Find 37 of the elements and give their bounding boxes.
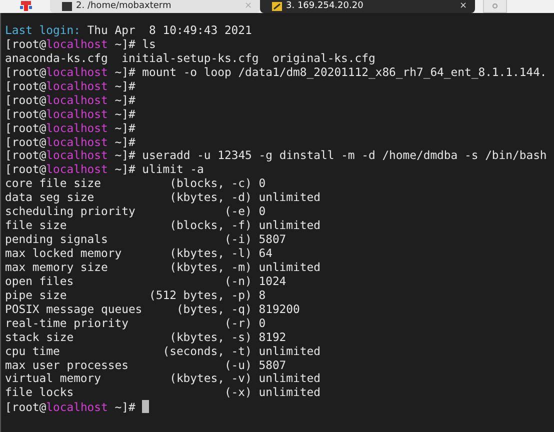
prompt-line: [root@localhost ~]# [5, 400, 150, 414]
tab-label: 3. 169.254.20.20 [286, 1, 364, 12]
output-line: real-time priority (-r) 0 [5, 316, 266, 331]
prompt-line: [root@localhost ~]# mount -o loop /data1/dm8_20201112_x86_rh7_64_ent_8.1.1.144. [5, 66, 547, 80]
login-line: Last login: Thu Apr 8 10:49:43 2021 [5, 24, 252, 38]
output-line: cpu time (seconds, -t) unlimited [5, 344, 320, 358]
prompt-line: [root@localhost ~]# [5, 94, 136, 108]
output-line: max locked memory (kbytes, -l) 64 [5, 247, 272, 261]
output-line: data seg size (kbytes, -d) unlimited [5, 191, 320, 206]
prompt-line: [root@localhost ~]# [5, 136, 136, 150]
terminal-tab[interactable]: 2. /home/mobaxterm × [50, 0, 260, 13]
terminal-tab[interactable]: 3. 169.254.20.20 × [260, 0, 475, 13]
close-tab-button[interactable]: × [459, 1, 467, 12]
prompt-line: [root@localhost ~]# [5, 122, 136, 136]
prompt-line: [root@localhost ~]# useradd -u 12345 -g dinstall -m -d /home/dmdba -s /bin/bash [5, 149, 547, 164]
ssh-key-icon [272, 2, 282, 11]
output-line: pending signals (-i) 5807 [5, 233, 286, 247]
output-line: core file size (blocks, -c) 0 [5, 177, 266, 192]
prompt-line: [root@localhost ~]# [5, 108, 136, 122]
prompt-line: [root@localhost ~]# ls [5, 38, 156, 52]
output-line: POSIX message queues (bytes, -q) 819200 [5, 302, 300, 317]
output-line: open files (-n) 1024 [5, 274, 286, 289]
prompt-line: [root@localhost ~]# ulimit -a [5, 163, 204, 178]
output-line: max memory size (kbytes, -m) unlimited [5, 260, 320, 275]
output-line: anaconda-ks.cfg initial-setup-ks.cfg original-ks.cfg [5, 52, 376, 66]
app-logo-icon [20, 1, 32, 11]
terminal-icon [62, 2, 72, 11]
output-line: pipe size (512 bytes, -p) 8 [5, 288, 266, 303]
output-line: file locks (-x) unlimited [5, 386, 320, 400]
prompt-line: [root@localhost ~]# [5, 80, 136, 94]
output-line: stack size (kbytes, -s) 8192 [5, 330, 286, 345]
output-line: virtual memory (kbytes, -v) unlimited [5, 372, 320, 386]
output-line: scheduling priority (-e) 0 [5, 205, 266, 220]
tab-label: 2. /home/mobaxterm [76, 1, 172, 12]
output-line: max user processes (-u) 5807 [5, 358, 286, 372]
output-line: file size (blocks, -f) unlimited [5, 219, 320, 234]
new-tab-button[interactable] [483, 0, 507, 13]
